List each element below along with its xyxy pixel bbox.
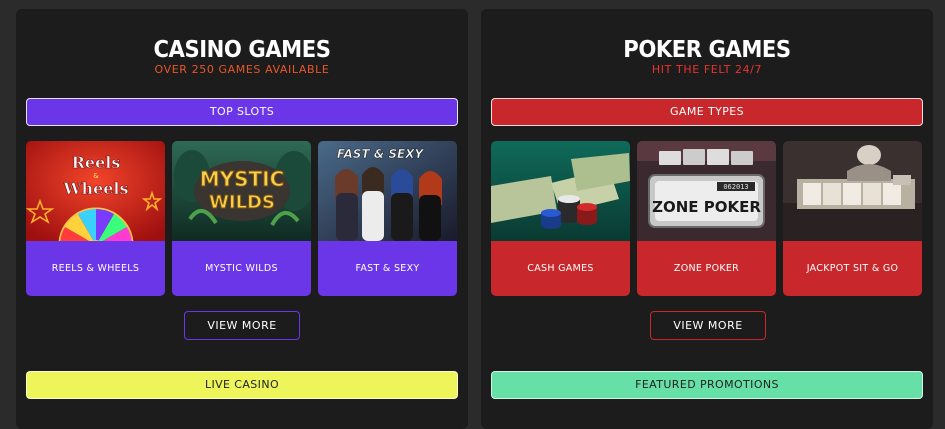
zone-plate-number: 062013	[723, 183, 748, 191]
game-types-tab[interactable]: GAME TYPES	[491, 98, 923, 126]
poker-game-cards: CASH GAMES 062013 ZONE POKER ZONE POKER …	[491, 141, 923, 296]
featured-promotions-tab[interactable]: FEATURED PROMOTIONS	[491, 371, 923, 399]
casino-game-cards: Reels & Wheels REELS & WHEELS MYSTIC WIL…	[26, 141, 458, 296]
game-title: MYSTIC WILDS	[172, 241, 311, 296]
casino-games-title: CASINO GAMES	[153, 37, 331, 63]
mystic-wilds-thumbnail: MYSTIC WILDS	[172, 141, 311, 241]
zone-poker-thumbnail: 062013 ZONE POKER	[637, 141, 776, 241]
reels-and-wheels-thumbnail: Reels & Wheels	[26, 141, 165, 241]
live-casino-tab[interactable]: LIVE CASINO	[26, 371, 458, 399]
game-title: ZONE POKER	[637, 241, 776, 296]
poker-view-more-button[interactable]: VIEW MORE	[650, 311, 766, 340]
poker-games-title: POKER GAMES	[623, 37, 791, 63]
poker-games-subtitle: HIT THE FELT 24/7	[651, 63, 763, 76]
casino-games-subtitle: OVER 250 GAMES AVAILABLE	[154, 63, 330, 76]
game-title: JACKPOT SIT & GO	[783, 241, 922, 296]
game-title: CASH GAMES	[491, 241, 630, 296]
casino-view-more-button[interactable]: VIEW MORE	[184, 311, 300, 340]
game-card-jackpot-sit-and-go[interactable]: JACKPOT SIT & GO	[783, 141, 922, 296]
reels-logo-line2: Wheels	[62, 179, 128, 198]
game-card-zone-poker[interactable]: 062013 ZONE POKER ZONE POKER	[637, 141, 776, 296]
reels-logo-line1: Reels	[72, 153, 121, 172]
mystic-logo-line2: WILDS	[209, 192, 275, 213]
mystic-logo-line1: MYSTIC	[200, 167, 285, 191]
casino-games-panel: CASINO GAMES OVER 250 GAMES AVAILABLE TO…	[16, 9, 468, 429]
game-card-mystic-wilds[interactable]: MYSTIC WILDS MYSTIC WILDS	[172, 141, 311, 296]
jackpot-sit-and-go-thumbnail	[783, 141, 922, 241]
game-card-reels-and-wheels[interactable]: Reels & Wheels REELS & WHEELS	[26, 141, 165, 296]
game-card-fast-and-sexy[interactable]: FAST & SEXY FAST & SEXY	[318, 141, 457, 296]
top-slots-tab[interactable]: TOP SLOTS	[26, 98, 458, 126]
fast-sexy-logo: FAST & SEXY	[337, 147, 425, 161]
fast-and-sexy-thumbnail: FAST & SEXY	[318, 141, 457, 241]
poker-games-panel: POKER GAMES HIT THE FELT 24/7 GAME TYPES	[481, 9, 933, 429]
game-title: REELS & WHEELS	[26, 241, 165, 296]
zone-poker-logo: ZONE POKER	[652, 198, 761, 216]
cash-games-thumbnail	[491, 141, 630, 241]
game-card-cash-games[interactable]: CASH GAMES	[491, 141, 630, 296]
game-title: FAST & SEXY	[318, 241, 457, 296]
